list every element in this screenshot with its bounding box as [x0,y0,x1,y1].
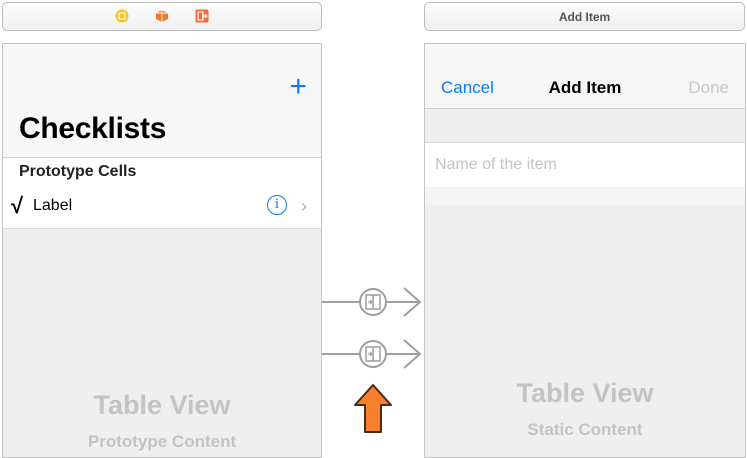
prototype-cell[interactable]: √ Label i › [3,184,321,229]
item-name-field[interactable] [433,151,727,179]
table-view-content-type: Prototype Content [87,432,237,451]
checkmark-icon: √ [11,193,24,218]
table-view-watermark: Table View [93,390,231,420]
done-button[interactable]: Done [688,78,729,98]
exit-icon[interactable] [195,9,209,23]
navigation-bar: + Checklists [3,44,321,158]
scene-dock-left[interactable] [2,2,322,31]
table-view-content-type: Static Content [527,420,643,439]
segue-arrow-2[interactable] [322,334,424,374]
scene-title: Add Item [558,9,611,24]
info-icon[interactable]: i [267,195,287,215]
section-header-label: Prototype Cells [19,163,137,180]
section-header: Prototype Cells [3,158,321,184]
disclosure-chevron-icon: › [301,196,307,216]
first-responder-icon[interactable] [155,9,169,23]
add-item-scene[interactable]: Cancel Add Item Done Table View Static C… [424,43,746,458]
view-controller-icon[interactable] [115,9,129,23]
plus-icon[interactable]: + [289,72,307,102]
section-footer [425,187,745,205]
segue-arrow-1[interactable] [322,282,424,322]
checklists-scene[interactable]: + Checklists Prototype Cells √ Label i ›… [2,43,322,458]
highlight-arrow-icon [354,384,392,433]
text-field-cell [425,142,745,188]
scene-dock-right[interactable]: Add Item [424,2,745,31]
segue-icon [359,340,387,368]
cell-label: Label [33,197,73,214]
navigation-bar: Cancel Add Item Done [425,44,745,109]
table-view-watermark: Table View [516,378,654,408]
large-title: Checklists [19,112,167,145]
scene-dock-icons [3,9,321,23]
segue-icon [359,288,387,316]
